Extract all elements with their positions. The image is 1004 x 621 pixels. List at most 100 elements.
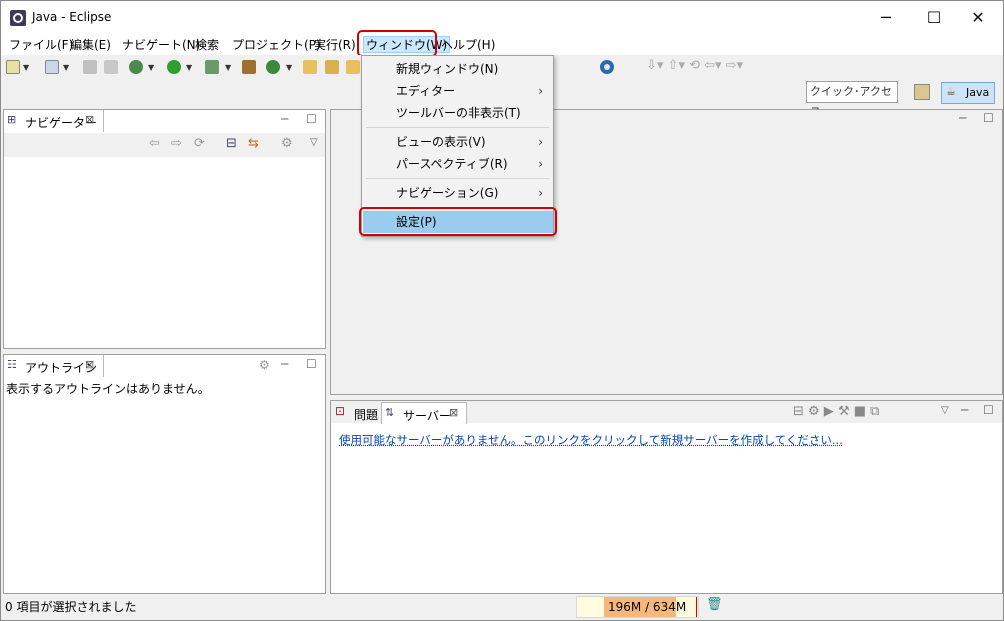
servers-tab[interactable]: ⇅ サーバー ⊠ xyxy=(381,402,467,424)
save-all-icon[interactable] xyxy=(104,60,118,74)
open-perspective-icon[interactable] xyxy=(914,84,930,100)
run-external-icon[interactable] xyxy=(205,60,219,74)
new-java-icon[interactable] xyxy=(45,60,59,74)
menu-editor[interactable]: エディター › xyxy=(363,80,553,102)
submenu-arrow-icon: › xyxy=(538,84,543,98)
menu-show-view-label: ビューの表示(V) xyxy=(396,135,486,149)
up-icon[interactable]: ⟳ xyxy=(194,136,205,151)
settings-gear-icon[interactable] xyxy=(599,59,615,75)
forward-icon[interactable]: ⇨ xyxy=(171,136,182,151)
run-icon[interactable] xyxy=(167,60,181,74)
outline-minimize-icon[interactable]: ─ xyxy=(281,357,288,371)
outline-panel: ☷ アウトライン ⊠ ⚙ ─ ☐ 表示するアウトラインはありません。 xyxy=(3,354,326,594)
search-folder-icon[interactable] xyxy=(346,60,360,74)
menu-perspective[interactable]: パースペクティブ(R) › xyxy=(363,153,553,175)
servers-view-menu-icon[interactable]: ▽ xyxy=(941,405,949,416)
debug-icon[interactable] xyxy=(129,60,143,74)
status-bar: 0 項目が選択されました 196M / 634M 🗑 xyxy=(1,594,1003,620)
annotation-nav-icon[interactable]: ⇩▾ ⇧▾ ⟲ ⇦▾ ⇨▾ xyxy=(646,58,743,73)
menu-help[interactable]: ヘルプ(H) xyxy=(439,37,497,54)
submenu-arrow-icon: › xyxy=(538,135,543,149)
eclipse-logo-icon xyxy=(10,10,26,26)
filter-icon[interactable]: ⚙ xyxy=(281,136,293,151)
open-type-icon[interactable] xyxy=(303,60,317,74)
run-external-dropdown-icon[interactable]: ▼ xyxy=(225,63,231,72)
close-button[interactable]: ✕ xyxy=(955,1,1001,35)
new-dropdown-icon[interactable]: ▼ xyxy=(23,63,29,72)
menu-navigate[interactable]: ナビゲート(N) xyxy=(120,37,202,54)
run-dropdown-icon[interactable]: ▼ xyxy=(186,63,192,72)
menu-project[interactable]: プロジェクト(P) xyxy=(230,37,323,54)
servers-maximize-icon[interactable]: ☐ xyxy=(983,403,994,417)
preferences-highlight xyxy=(359,207,557,236)
menu-navigation[interactable]: ナビゲーション(G) › xyxy=(363,182,553,204)
servers-tab-label: サーバー xyxy=(403,409,451,423)
problems-tab-label: 問題 xyxy=(354,408,379,422)
menu-new-window-label: 新規ウィンドウ(N) xyxy=(396,62,499,76)
selection-status: 0 項目が選択されました xyxy=(5,600,137,614)
new-icon[interactable] xyxy=(6,60,20,74)
submenu-arrow-icon: › xyxy=(538,186,543,200)
title-bar: Java - Eclipse ─ ☐ ✕ xyxy=(1,1,1003,35)
new-java-dropdown-icon[interactable]: ▼ xyxy=(63,63,69,72)
java-perspective-label: Java xyxy=(966,86,990,99)
editor-maximize-icon[interactable]: ☐ xyxy=(983,111,994,125)
problems-icon: ⊡ xyxy=(335,404,346,418)
save-icon[interactable] xyxy=(83,60,97,74)
minimize-button[interactable]: ─ xyxy=(863,1,909,35)
menu-hide-toolbar[interactable]: ツールバーの非表示(T) xyxy=(363,102,553,124)
view-menu-icon[interactable]: ▽ xyxy=(310,137,318,148)
outline-empty-message: 表示するアウトラインはありません。 xyxy=(6,382,210,396)
menu-search[interactable]: 検索 xyxy=(193,37,221,54)
servers-minimize-icon[interactable]: ─ xyxy=(961,403,968,417)
garbage-collect-icon[interactable]: 🗑 xyxy=(706,597,723,612)
create-server-link[interactable]: 使用可能なサーバーがありません。このリンクをクリックして新規サーバーを作成してく… xyxy=(339,432,843,448)
submenu-arrow-icon: › xyxy=(538,157,543,171)
outline-filter-icon[interactable]: ⚙ xyxy=(259,358,270,372)
back-icon[interactable]: ⇦ xyxy=(149,136,160,151)
minimize-view-icon[interactable]: ─ xyxy=(281,112,288,126)
outline-maximize-icon[interactable]: ☐ xyxy=(306,357,317,371)
close-view-icon[interactable]: ⊠ xyxy=(85,113,94,126)
problems-tab[interactable]: ⊡ 問題 xyxy=(333,403,379,423)
link-editor-icon[interactable]: ⇆ xyxy=(248,136,259,151)
new-class-icon[interactable] xyxy=(266,60,280,74)
menu-perspective-label: パースペクティブ(R) xyxy=(396,157,508,171)
servers-panel: ⊡ 問題 ⇅ サーバー ⊠ ⊟ ⚙ ▶ ⚒ ■ ⧉ ▽ ─ ☐ 使用可能なサーバ… xyxy=(330,400,1003,594)
outline-tab[interactable]: ☷ アウトライン ⊠ xyxy=(4,355,104,377)
menu-separator xyxy=(366,127,549,128)
navigator-panel: ⊞ ナビゲーター ⊠ ─ ☐ ⇦ ⇨ ⟳ ⊟ ⇆ ⚙ ▽ xyxy=(3,109,326,349)
servers-icon: ⇅ xyxy=(385,406,395,419)
open-task-icon[interactable] xyxy=(325,60,339,74)
outline-icon: ☷ xyxy=(7,358,17,371)
menu-new-window[interactable]: 新規ウィンドウ(N) xyxy=(363,58,553,80)
heap-status[interactable]: 196M / 634M xyxy=(576,596,699,618)
server-actions-icon[interactable]: ⊟ ⚙ ▶ ⚒ ■ ⧉ xyxy=(793,404,879,419)
collapse-all-icon[interactable]: ⊟ xyxy=(226,136,237,151)
editor-minimize-icon[interactable]: ─ xyxy=(959,111,966,125)
menu-run[interactable]: 実行(R) xyxy=(312,37,358,54)
menu-edit[interactable]: 編集(E) xyxy=(68,37,113,54)
heap-max-marker xyxy=(696,597,697,617)
navigator-toolbar: ⇦ ⇨ ⟳ ⊟ ⇆ ⚙ ▽ xyxy=(4,133,325,157)
navigator-tab[interactable]: ⊞ ナビゲーター ⊠ xyxy=(4,110,104,132)
debug-dropdown-icon[interactable]: ▼ xyxy=(148,63,154,72)
close-outline-icon[interactable]: ⊠ xyxy=(85,358,94,371)
menu-editor-label: エディター xyxy=(396,84,456,98)
menu-show-view[interactable]: ビューの表示(V) › xyxy=(363,131,553,153)
eclipse-window: Java - Eclipse ─ ☐ ✕ ファイル(F) 編集(E) ナビゲート… xyxy=(0,0,1004,621)
menu-navigation-label: ナビゲーション(G) xyxy=(396,186,499,200)
new-class-dropdown-icon[interactable]: ▼ xyxy=(286,63,292,72)
navigator-icon: ⊞ xyxy=(7,113,17,126)
java-perspective-icon: ☕ xyxy=(946,85,956,98)
quick-access-input[interactable]: クイック･アクセス xyxy=(806,81,898,118)
close-servers-icon[interactable]: ⊠ xyxy=(449,406,458,419)
maximize-button[interactable]: ☐ xyxy=(911,1,957,35)
menu-file[interactable]: ファイル(F) xyxy=(7,37,75,54)
maximize-view-icon[interactable]: ☐ xyxy=(306,112,317,126)
package-icon[interactable] xyxy=(242,60,256,74)
window-title: Java - Eclipse xyxy=(32,10,112,24)
java-perspective-button[interactable]: ☕ Java xyxy=(941,82,995,104)
menu-separator xyxy=(366,178,549,179)
menu-hide-toolbar-label: ツールバーの非表示(T) xyxy=(396,106,521,120)
